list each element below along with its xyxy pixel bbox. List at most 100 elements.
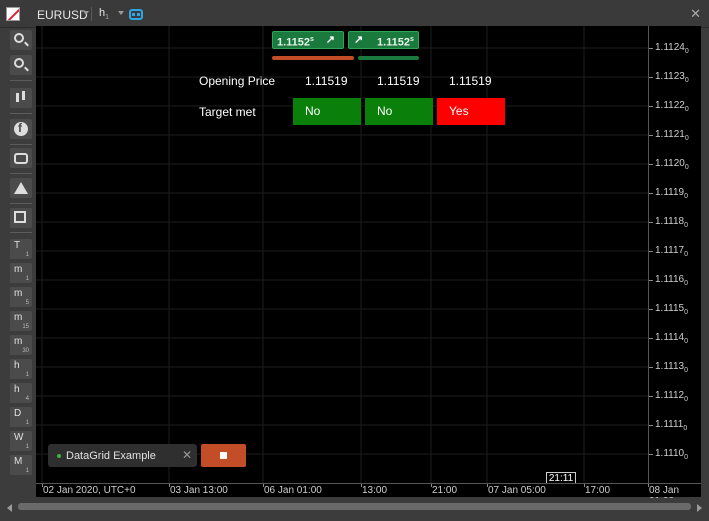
tf-label: m <box>14 312 23 323</box>
chart-area[interactable]: 1.1152s ↗ ↗ 1.1152s Opening Price 1.1151… <box>36 26 648 483</box>
price-label-main: 1.1119 <box>655 187 685 198</box>
timeframe-d1-button[interactable]: D1 <box>10 407 32 427</box>
tf-sub: 1 <box>25 420 29 426</box>
price-tick <box>649 48 653 49</box>
price-label-pipette: 0 <box>684 454 689 461</box>
price-label-main: 1.1114 <box>655 332 685 343</box>
candlestick-chart[interactable] <box>36 26 648 483</box>
price-tick <box>649 396 653 397</box>
chart-settings-icon[interactable] <box>10 208 32 228</box>
tf-sub: 15 <box>22 324 29 330</box>
price-tick <box>649 251 653 252</box>
tf-label: h <box>14 384 20 395</box>
sell-arrow-icon: ↗ <box>325 34 335 46</box>
timeframe-sub: 1 <box>105 14 110 22</box>
price-tick <box>649 454 653 455</box>
remove-cbot-button[interactable]: ✕ <box>182 448 192 462</box>
buy-price-text: 1.1152s <box>377 32 414 51</box>
timeframe-selector[interactable]: h1 <box>99 7 109 21</box>
timeframe-h4-button[interactable]: h4 <box>10 383 32 403</box>
toolbar-divider <box>10 113 32 114</box>
opening-price-label: Opening Price <box>199 74 276 88</box>
timeframe-m5-button[interactable]: m5 <box>10 287 32 307</box>
price-axis[interactable]: 1.11240 1.11230 1.11220 1.11210 1.11200 1.111… <box>648 26 701 483</box>
time-axis[interactable]: 02 Jan 2020, UTC+0 03 Jan 13:00 06 Jan 01:… <box>36 483 701 507</box>
price-label-main: 1.1111 <box>655 419 684 430</box>
sell-price-text: 1.1152s <box>277 32 314 51</box>
price-label-main: 1.1115 <box>655 303 685 314</box>
price-label-pipette: 0 <box>684 77 689 84</box>
opening-price-value: 1.11519 <box>305 74 348 88</box>
price-label-main: 1.1124 <box>655 42 685 53</box>
tf-label: m <box>14 336 23 347</box>
toolbar-divider <box>10 80 32 81</box>
timeframe-mn1-button[interactable]: M1 <box>10 455 32 475</box>
scroll-thumb[interactable] <box>18 503 691 510</box>
time-label: 06 Jan 01:00 <box>264 485 322 496</box>
time-label: 17:00 <box>585 485 611 496</box>
timeframe-w1-button[interactable]: W1 <box>10 431 32 451</box>
price-label: 1.11100 <box>655 448 688 461</box>
cbot-icon[interactable] <box>129 9 143 20</box>
cbot-name: DataGrid Example <box>66 450 156 462</box>
tf-label: D <box>14 408 22 419</box>
tf-sub: 1 <box>25 252 29 258</box>
tf-label: T <box>14 240 21 251</box>
buy-price-value: 1.1152 <box>377 36 411 49</box>
sell-volume-bar <box>272 56 354 60</box>
price-label-main: 1.1113 <box>655 361 685 372</box>
tf-label: m <box>14 264 23 275</box>
zoom-out-icon[interactable] <box>10 55 32 75</box>
close-chart-button[interactable]: ✕ <box>690 6 701 22</box>
timeframe-h1-button[interactable]: h1 <box>10 359 32 379</box>
price-label: 1.11130 <box>655 361 688 374</box>
target-met-cell: Yes <box>437 98 505 125</box>
candle-chart-icon[interactable] <box>10 88 32 108</box>
scroll-left-icon[interactable] <box>7 504 12 512</box>
sell-price-button[interactable]: 1.1152s ↗ <box>272 31 344 49</box>
price-label: 1.11230 <box>655 71 689 84</box>
price-tick <box>649 425 653 426</box>
tf-label: M <box>14 456 23 467</box>
time-label: 13:00 <box>362 485 388 496</box>
buy-price-button[interactable]: ↗ 1.1152s <box>348 31 419 49</box>
price-label: 1.11110 <box>655 419 687 432</box>
price-label: 1.11160 <box>655 274 688 287</box>
time-label: 07 Jan 05:00 <box>488 485 546 496</box>
price-label-main: 1.1112 <box>655 390 685 401</box>
price-label-pipette: 0 <box>684 280 689 287</box>
shapes-icon[interactable] <box>10 178 32 198</box>
symbol-flag-icon <box>6 7 20 21</box>
price-tick <box>649 77 653 78</box>
price-label: 1.11210 <box>655 129 689 142</box>
timeframe-m30-button[interactable]: m 30 <box>10 335 32 355</box>
symbol-dropdown-chevron-icon[interactable] <box>83 11 89 15</box>
running-cbot-panel[interactable]: DataGrid Example ✕ <box>48 444 197 467</box>
stop-cbot-button[interactable] <box>201 444 246 467</box>
scroll-right-icon[interactable] <box>697 504 702 512</box>
zoom-in-icon[interactable] <box>10 30 32 50</box>
stop-icon <box>220 452 227 459</box>
timeframe-t1-button[interactable]: T1 <box>10 239 32 259</box>
tf-label: m <box>14 288 23 299</box>
horizontal-scrollbar[interactable] <box>5 498 704 516</box>
price-label-main: 1.1122 <box>655 100 685 111</box>
timeframe-dropdown-chevron-icon[interactable] <box>118 11 124 15</box>
tf-label: h <box>14 360 20 371</box>
timeframe-m15-button[interactable]: m 15 <box>10 311 32 331</box>
toolbar-divider <box>10 232 32 233</box>
price-tick <box>649 106 653 107</box>
chart-title-bar: EURUSD h1 ✕ <box>0 0 709 28</box>
cbot-toolbar-icon[interactable] <box>10 148 32 168</box>
sell-price-value: 1.1152 <box>277 36 311 49</box>
price-label-pipette: 0 <box>684 396 689 403</box>
price-label: 1.11150 <box>655 303 688 316</box>
price-label-main: 1.1110 <box>655 448 685 459</box>
facebook-icon[interactable] <box>10 119 32 139</box>
timeframe-m1-button[interactable]: m1 <box>10 263 32 283</box>
price-label-pipette: 0 <box>684 48 689 55</box>
price-label-pipette: 0 <box>684 222 689 229</box>
symbol-name[interactable]: EURUSD <box>37 8 88 22</box>
price-label-main: 1.1118 <box>655 216 685 227</box>
tf-sub: 1 <box>25 444 29 450</box>
